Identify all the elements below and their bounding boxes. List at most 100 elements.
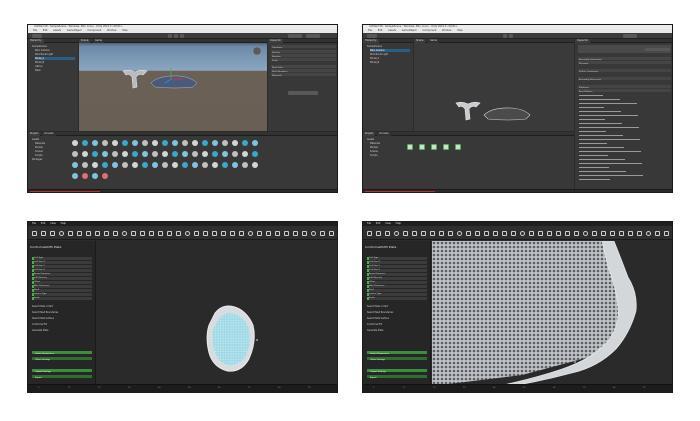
menu-help[interactable]: Help bbox=[396, 222, 401, 225]
project-folder[interactable]: Assets bbox=[367, 138, 374, 141]
menu-gameobject[interactable]: GameObject bbox=[402, 29, 417, 32]
asset-thumbnail[interactable] bbox=[212, 162, 218, 168]
tab-inspector[interactable]: Inspector bbox=[268, 39, 284, 43]
menu-file[interactable]: File bbox=[33, 29, 37, 32]
group-row[interactable]: Offset Settings bbox=[367, 357, 427, 361]
layers-dropdown[interactable] bbox=[288, 34, 302, 38]
inspector-row[interactable]: Scale bbox=[271, 58, 336, 62]
toolbar-tool-icon[interactable] bbox=[149, 231, 154, 236]
asset-thumbnail[interactable] bbox=[172, 162, 178, 168]
toolbar-tool-icon[interactable] bbox=[122, 231, 127, 236]
group-row[interactable]: Lattice Parameters bbox=[32, 351, 92, 355]
settings-row[interactable]: Cell Size X bbox=[367, 261, 427, 264]
section-heading[interactable]: Conformal Fill bbox=[367, 323, 382, 326]
asset-thumbnail[interactable] bbox=[72, 162, 78, 168]
inspector-row[interactable]: Platforms bbox=[578, 85, 671, 89]
hierarchy-item[interactable]: SampleScene bbox=[32, 45, 47, 48]
toolbar-tool-icon[interactable] bbox=[86, 231, 91, 236]
section-heading[interactable]: Select Plate or Part bbox=[367, 305, 388, 308]
toolbar-tool-icon[interactable] bbox=[646, 231, 651, 236]
hierarchy-item[interactable]: Mesh bbox=[35, 69, 41, 72]
toolbar-tool-icon[interactable] bbox=[68, 231, 73, 236]
section-heading[interactable]: Select Mesh Boundaries bbox=[32, 311, 58, 314]
settings-row[interactable]: Cell Size Z bbox=[32, 269, 92, 272]
group-row[interactable]: Offset Settings bbox=[32, 357, 92, 361]
step-button[interactable] bbox=[180, 34, 184, 38]
asset-thumbnail[interactable] bbox=[162, 140, 168, 146]
toolbar-tool-icon[interactable] bbox=[394, 231, 399, 236]
toolbar-tool-icon[interactable] bbox=[457, 231, 462, 236]
group-row[interactable]: Output Settings bbox=[367, 369, 427, 373]
section-heading[interactable]: Select Plate Surface bbox=[367, 317, 389, 320]
toolbar-tool-icon[interactable] bbox=[230, 231, 235, 236]
toolbar-tool-icon[interactable] bbox=[637, 231, 642, 236]
toolbar-tool-icon[interactable] bbox=[466, 231, 471, 236]
asset-thumbnail[interactable] bbox=[212, 151, 218, 157]
asset-thumbnail[interactable] bbox=[122, 140, 128, 146]
hierarchy-item[interactable]: Model_A bbox=[370, 57, 379, 60]
project-folder[interactable]: Materials bbox=[35, 142, 45, 145]
group-row[interactable]: Output Settings bbox=[32, 369, 92, 373]
asset-thumbnail[interactable] bbox=[132, 162, 138, 168]
asset-thumbnail[interactable] bbox=[202, 162, 208, 168]
toolbar-tool-icon[interactable] bbox=[77, 231, 82, 236]
asset-thumbnail[interactable] bbox=[192, 162, 198, 168]
hierarchy-item[interactable]: Model_B bbox=[370, 61, 379, 64]
menu-assets[interactable]: Assets bbox=[388, 29, 396, 32]
toolbar-tool-icon[interactable] bbox=[547, 231, 552, 236]
asset-grid[interactable] bbox=[72, 140, 268, 186]
asset-thumbnail[interactable] bbox=[222, 151, 228, 157]
asset-thumbnail[interactable] bbox=[232, 140, 238, 146]
scene-viewport[interactable]: Scene Game bbox=[79, 39, 267, 131]
project-folder[interactable]: Packages bbox=[32, 158, 42, 161]
asset-thumbnail[interactable] bbox=[102, 140, 108, 146]
script-file-icon[interactable] bbox=[407, 144, 413, 150]
group-row[interactable]: Export bbox=[32, 375, 92, 379]
toolbar-tool-icon[interactable] bbox=[32, 231, 37, 236]
menu-gameobject[interactable]: GameObject bbox=[67, 29, 82, 32]
orientation-gizmo-icon[interactable] bbox=[252, 46, 262, 56]
asset-thumbnail[interactable] bbox=[122, 162, 128, 168]
asset-thumbnail[interactable] bbox=[242, 151, 248, 157]
settings-row[interactable]: Offset bbox=[32, 281, 92, 284]
menu-edit[interactable]: Edit bbox=[376, 222, 381, 225]
asset-thumbnail[interactable] bbox=[92, 162, 98, 168]
project-folder[interactable]: Scenes bbox=[370, 150, 378, 153]
project-folder[interactable]: Scripts bbox=[35, 154, 42, 157]
toolbar-tool-icon[interactable] bbox=[41, 231, 46, 236]
asset-thumbnail[interactable] bbox=[92, 151, 98, 157]
inspector-row[interactable]: Rotation bbox=[271, 54, 336, 58]
toolbar-tool-icon[interactable] bbox=[140, 231, 145, 236]
asset-thumbnail[interactable] bbox=[102, 162, 108, 168]
toolbar-tool-icon[interactable] bbox=[59, 231, 64, 236]
asset-thumbnail[interactable] bbox=[192, 151, 198, 157]
asset-thumbnail[interactable] bbox=[82, 173, 88, 179]
asset-thumbnail[interactable] bbox=[132, 140, 138, 146]
asset-thumbnail[interactable] bbox=[112, 140, 118, 146]
asset-thumbnail[interactable] bbox=[192, 140, 198, 146]
menu-file[interactable]: File bbox=[32, 222, 36, 225]
toolbar-tool-icon[interactable] bbox=[329, 231, 334, 236]
toolbar-tool-icon[interactable] bbox=[511, 231, 516, 236]
section-heading[interactable]: Select Plate Surface bbox=[32, 317, 54, 320]
settings-row[interactable]: Cell Size Y bbox=[32, 265, 92, 268]
toolbar-tool-icon[interactable] bbox=[493, 231, 498, 236]
asset-thumbnail[interactable] bbox=[152, 162, 158, 168]
hierarchy-item[interactable]: Model_B bbox=[35, 61, 44, 64]
toolbar-tool-icon[interactable] bbox=[158, 231, 163, 236]
menu-edit[interactable]: Edit bbox=[378, 29, 383, 32]
toolbar-tool-icon[interactable] bbox=[592, 231, 597, 236]
toolbar-tool-icon[interactable] bbox=[529, 231, 534, 236]
asset-thumbnail[interactable] bbox=[122, 151, 128, 157]
toolbar-tool-icon[interactable] bbox=[583, 231, 588, 236]
toolbar-tool-icon[interactable] bbox=[131, 231, 136, 236]
inspector-row[interactable]: Define Constraints bbox=[578, 69, 671, 73]
toolbar-tool-icon[interactable] bbox=[104, 231, 109, 236]
toolbar-tool-icon[interactable] bbox=[95, 231, 100, 236]
settings-row[interactable]: Cell Type bbox=[32, 257, 92, 260]
toolbar-tool-icon[interactable] bbox=[221, 231, 226, 236]
hierarchy-item[interactable]: Lattice bbox=[35, 65, 42, 68]
asset-thumbnail[interactable] bbox=[172, 151, 178, 157]
open-button[interactable] bbox=[645, 48, 670, 51]
settings-row[interactable]: Infill Density bbox=[367, 277, 427, 280]
